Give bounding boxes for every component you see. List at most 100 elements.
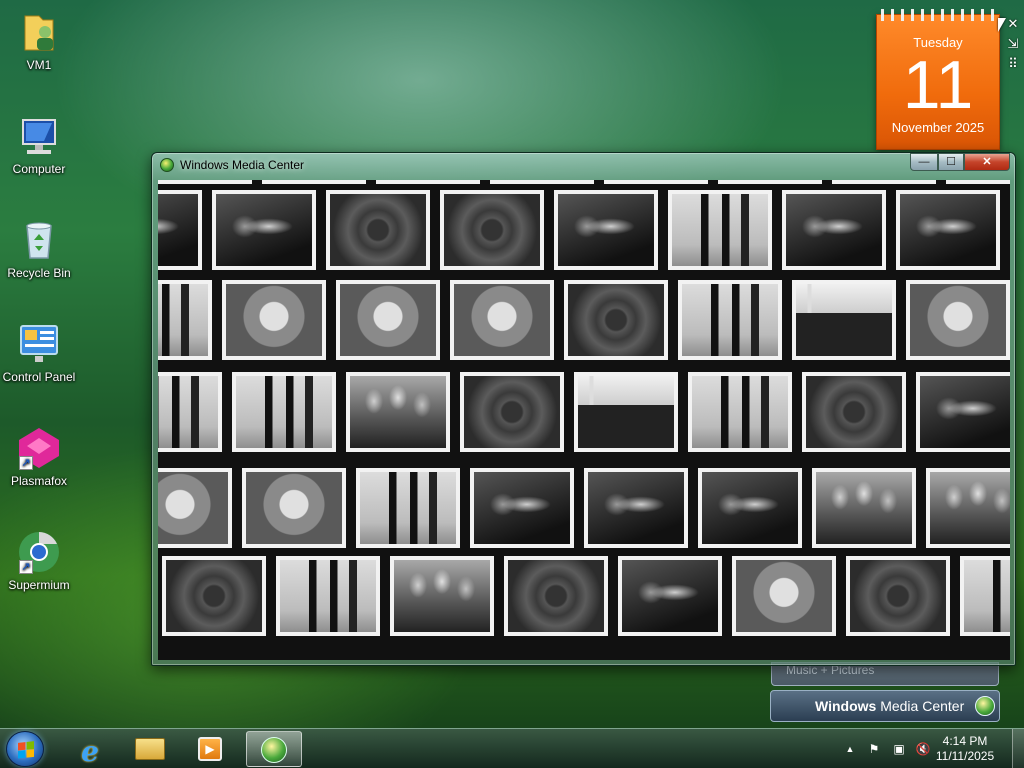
slideshow-row xyxy=(158,372,1010,456)
gadget-close-icon[interactable]: ✕ xyxy=(1005,16,1021,32)
photo-tile-lighthouse xyxy=(792,280,896,360)
photo-tile-flower xyxy=(162,556,266,636)
desktop-icon-label: Control Panel xyxy=(2,370,76,384)
taskbar-windows-explorer[interactable] xyxy=(122,731,178,767)
photo-tile-flower xyxy=(326,190,430,270)
calendar-binding-rings xyxy=(881,9,995,21)
photo-tile-jelly xyxy=(212,190,316,270)
photo-tile-tulips xyxy=(812,468,916,548)
wmc-taskbar-preview[interactable]: Windows Media Center xyxy=(770,690,1000,722)
photo-tile-penguins xyxy=(276,556,380,636)
clock-date: 11/11/2025 xyxy=(935,749,995,763)
desktop-icon-label: Recycle Bin xyxy=(7,266,71,280)
desktop-icon-recycle-bin[interactable]: Recycle Bin xyxy=(0,216,78,280)
ie-icon: e xyxy=(81,735,99,768)
show-desktop-button[interactable] xyxy=(1012,729,1024,768)
user-folder-icon xyxy=(15,8,63,56)
photo-tile-jelly xyxy=(470,468,574,548)
control-panel-icon xyxy=(15,320,63,368)
photo-tile-penguins xyxy=(668,190,772,270)
desktop-icon-supermium[interactable]: ↗ Supermium xyxy=(0,528,78,592)
picture-slideshow[interactable] xyxy=(158,180,1010,660)
photo-tile-jelly xyxy=(782,190,886,270)
photo-tile-jelly xyxy=(158,190,202,270)
taskbar-internet-explorer[interactable]: e xyxy=(62,731,118,768)
photo-tile-koala xyxy=(450,280,554,360)
close-button[interactable]: ✕ xyxy=(964,153,1010,171)
photo-tile-penguins xyxy=(718,180,822,184)
photo-tile-lighthouse xyxy=(574,372,678,452)
network-icon[interactable]: ▣ xyxy=(891,741,907,757)
photo-tile-flower xyxy=(440,190,544,270)
photo-tile-penguins xyxy=(262,180,366,184)
windows-logo-icon xyxy=(18,741,34,759)
calendar-gadget[interactable]: Tuesday 11 November 2025 xyxy=(876,9,1000,150)
photo-tile-penguins xyxy=(356,468,460,548)
calendar-day-number: 11 xyxy=(902,47,974,123)
media-player-icon: ▶ xyxy=(198,737,222,761)
photo-tile-tulips xyxy=(346,372,450,452)
photo-tile-penguins xyxy=(688,372,792,452)
photo-tile-jelly xyxy=(896,190,1000,270)
photo-tile-koala xyxy=(604,180,708,184)
desktop-icon-label: Supermium xyxy=(8,578,70,592)
slideshow-row xyxy=(158,180,1010,188)
mouse-cursor-icon xyxy=(998,18,1006,32)
photo-tile-jelly xyxy=(554,190,658,270)
window-titlebar[interactable]: Windows Media Center — ☐ ✕ xyxy=(152,153,1015,179)
shortcut-arrow-icon: ↗ xyxy=(19,560,33,574)
supermium-icon: ↗ xyxy=(15,528,63,576)
photo-tile-tulips xyxy=(926,468,1010,548)
gadget-drag-handle-icon[interactable]: ⠿ xyxy=(1005,56,1021,72)
window-title: Windows Media Center xyxy=(180,158,305,172)
desktop-icon-plasmafox[interactable]: ↗ Plasmafox xyxy=(0,424,78,488)
minimize-button[interactable]: — xyxy=(910,153,938,171)
computer-icon xyxy=(15,112,63,160)
calendar-month-year: November 2025 xyxy=(891,120,985,135)
photo-tile-jelly xyxy=(916,372,1010,452)
volume-muted-icon[interactable]: 🔇 xyxy=(915,741,931,757)
photo-tile-flower xyxy=(504,556,608,636)
photo-tile-flower xyxy=(802,372,906,452)
photo-tile-koala xyxy=(158,468,232,548)
photo-tile-koala xyxy=(222,280,326,360)
photo-tile-flower xyxy=(158,180,252,184)
wmc-preview-title-suffix: Media Center xyxy=(876,698,965,714)
gadget-resize-icon[interactable]: ⇲ xyxy=(1005,36,1021,52)
taskbar-media-player[interactable]: ▶ xyxy=(182,731,238,767)
recycle-bin-icon xyxy=(15,216,63,264)
plasmafox-icon: ↗ xyxy=(15,424,63,472)
photo-tile-tulips xyxy=(390,556,494,636)
photo-tile-penguins xyxy=(158,372,222,452)
desktop-icon-computer[interactable]: Computer xyxy=(0,112,78,176)
slideshow-row xyxy=(158,468,1010,552)
photo-tile-jelly xyxy=(584,468,688,548)
desktop-icon-vm1[interactable]: VM1 xyxy=(0,8,78,72)
photo-tile-jelly xyxy=(618,556,722,636)
tray-expand-icon[interactable]: ▲ xyxy=(842,741,858,757)
slideshow-row xyxy=(158,280,1010,364)
start-button[interactable] xyxy=(6,731,44,767)
photo-tile-flower xyxy=(376,180,480,184)
wmc-preview-title-prefix: Windows xyxy=(815,698,877,714)
folder-icon xyxy=(135,738,165,760)
photo-tile-koala xyxy=(946,180,1010,184)
photo-tile-jelly xyxy=(490,180,594,184)
taskbar: e ▶ ▲ ⚑ ▣ 🔇 4:14 PM 11/11/2025 xyxy=(0,728,1024,768)
photo-tile-koala xyxy=(906,280,1010,360)
desktop-icon-label: Computer xyxy=(12,162,66,176)
photo-tile-koala xyxy=(336,280,440,360)
taskbar-clock[interactable]: 4:14 PM 11/11/2025 xyxy=(930,734,1000,764)
wmc-icon xyxy=(261,737,287,763)
photo-tile-flower xyxy=(846,556,950,636)
photo-tile-flower xyxy=(832,180,936,184)
action-center-flag-icon[interactable]: ⚑ xyxy=(866,741,882,757)
photo-tile-penguins xyxy=(678,280,782,360)
desktop-icon-control-panel[interactable]: Control Panel xyxy=(0,320,78,384)
maximize-button[interactable]: ☐ xyxy=(938,153,964,171)
taskbar-windows-media-center[interactable] xyxy=(246,731,302,767)
wmc-window[interactable]: Windows Media Center — ☐ ✕ xyxy=(151,152,1016,666)
photo-tile-flower xyxy=(460,372,564,452)
photo-tile-penguins xyxy=(960,556,1010,636)
slideshow-row xyxy=(158,190,1000,274)
